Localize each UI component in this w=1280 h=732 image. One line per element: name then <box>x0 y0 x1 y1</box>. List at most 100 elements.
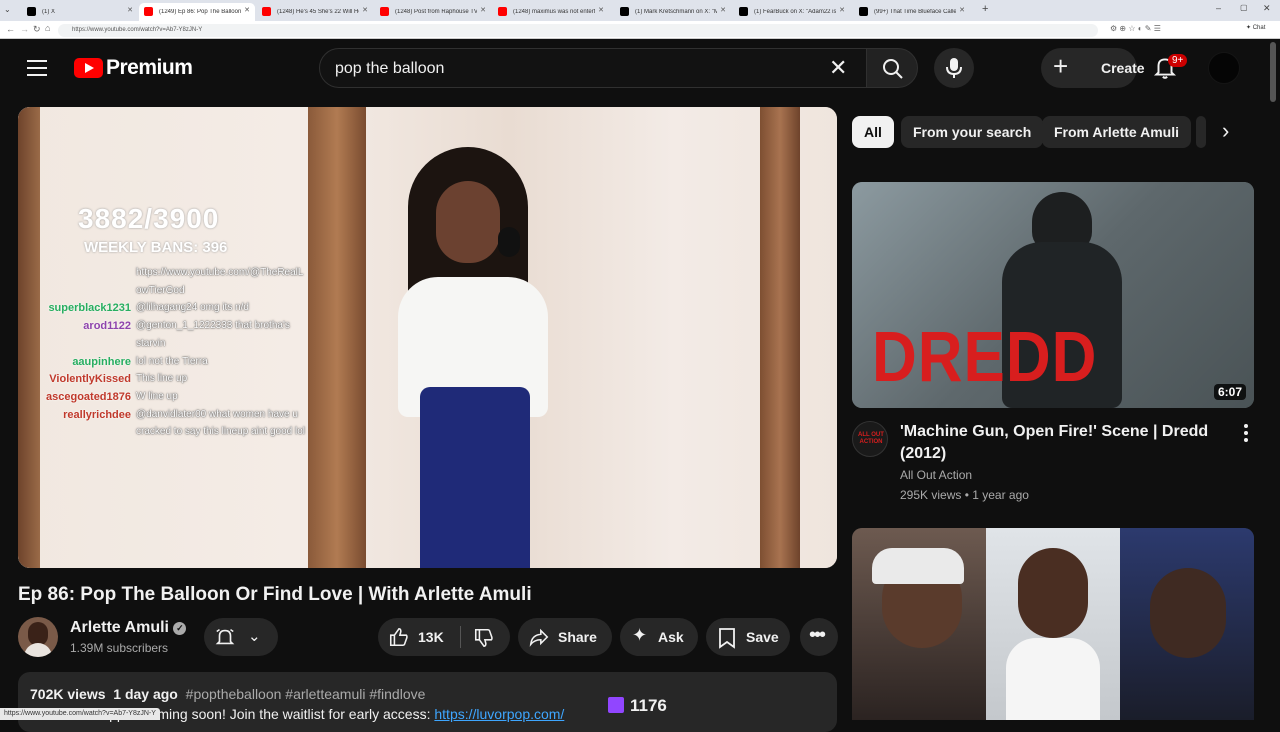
tab-close-icon[interactable]: ✕ <box>720 6 726 14</box>
home-icon[interactable]: ⌂ <box>45 23 50 33</box>
chips-next-button[interactable]: › <box>1206 114 1254 150</box>
browser-tab[interactable]: (1) Mark Kretschmann on X: "Mar ✕ <box>615 3 731 21</box>
chat-message: https://www.youtube.com/@TheRealL <box>136 267 304 278</box>
search-button[interactable] <box>866 48 918 88</box>
close-window-button[interactable]: ✕ <box>1263 3 1271 14</box>
browser-tab[interactable]: (99+) That Time Blueface Called O✕ <box>854 3 970 21</box>
tab-title: (99+) That Time Blueface Called O <box>874 9 956 15</box>
clear-search-icon[interactable]: ✕ <box>829 55 847 81</box>
dislike-button[interactable] <box>461 618 510 656</box>
related-video-title[interactable]: 'Machine Gun, Open Fire!' Scene | Dredd … <box>900 421 1220 465</box>
related-video-thumbnail[interactable] <box>852 528 1254 720</box>
tab-close-icon[interactable]: ✕ <box>127 6 133 14</box>
related-video-age: 1 year ago <box>972 488 1029 502</box>
related-channel-avatar[interactable]: ALL OUT ACTION <box>852 421 888 457</box>
browser-address-bar: ← → ↻ ⌂ https://www.youtube.com/watch?v=… <box>0 21 1280 39</box>
browser-tab[interactable]: (1248) He's 45 She's 22 Will He Ch✕ <box>257 3 373 21</box>
save-button[interactable]: Save <box>706 618 790 656</box>
browser-tab[interactable]: (1) X ✕ <box>22 3 138 21</box>
chat-username: reallyrichdee <box>63 408 131 421</box>
chip-partial[interactable] <box>1196 116 1206 148</box>
search-box[interactable]: pop the balloon ✕ <box>319 48 867 88</box>
tab-list-button[interactable]: ⌄ <box>4 5 14 15</box>
tab-favicon-icon <box>27 7 36 16</box>
bell-icon <box>215 629 235 645</box>
tab-title: (1248) He's 45 She's 22 Will He Ch <box>277 9 359 15</box>
plus-icon: + <box>1053 51 1069 81</box>
youtube-header: Premium pop the balloon ✕ + Create 9+ <box>0 40 1280 96</box>
chat-username: ascegoated1876 <box>46 390 131 403</box>
ask-button[interactable]: ✦ Ask <box>620 618 698 656</box>
channel-name-text: Arlette Amuli <box>70 619 169 636</box>
browser-tab[interactable]: (1) FearBuck on X: "Adam22 is set✕ <box>734 3 850 21</box>
weekly-bans-counter: WEEKLY BANS: 396 <box>84 239 228 256</box>
forward-icon[interactable]: → <box>20 24 29 34</box>
chevron-down-icon: ⌄ <box>248 628 261 645</box>
new-tab-button[interactable]: + <box>982 3 988 15</box>
subscribed-button[interactable]: ⌄ <box>204 618 278 656</box>
tab-close-icon[interactable]: ✕ <box>244 6 250 14</box>
browser-tab-bar: ⌄ (1) X ✕ (1249) Ep 86: Pop The Balloon Or… <box>0 0 1280 21</box>
thumbnail-title-text: DREDD <box>872 317 1098 398</box>
like-button[interactable]: 13K <box>378 618 460 656</box>
account-avatar[interactable] <box>1208 52 1240 84</box>
chevron-right-icon: › <box>1222 118 1230 143</box>
extensions-icon[interactable]: ⚙ ⊕ ☆ ◐ ✎ ☰ <box>1110 24 1161 33</box>
channel-avatar-logo: ALL OUT ACTION <box>858 432 884 445</box>
related-video-channel[interactable]: All Out Action <box>900 468 972 482</box>
chat-button[interactable]: ✦ Chat <box>1246 24 1265 31</box>
tab-favicon-icon <box>620 7 629 16</box>
voice-search-button[interactable] <box>934 48 974 88</box>
video-player[interactable]: 3882/3900 WEEKLY BANS: 396 https://www.y… <box>18 107 837 568</box>
video-wood-panel <box>308 107 366 568</box>
youtube-logo[interactable]: Premium <box>74 56 194 79</box>
browser-tab[interactable]: (1248) Post from Raphouse TV - Yo✕ <box>375 3 491 21</box>
minimize-window-button[interactable]: – <box>1216 3 1221 13</box>
tab-close-icon[interactable]: ✕ <box>959 6 965 14</box>
video-description[interactable]: 702K views 1 day ago #poptheballoon #arl… <box>18 672 837 732</box>
tab-title: (1) FearBuck on X: "Adam22 is set <box>754 9 836 15</box>
browser-tab[interactable]: (1249) Ep 86: Pop The Balloon Or ✕ <box>139 3 255 21</box>
channel-avatar[interactable] <box>18 617 58 657</box>
chip-from-your-search[interactable]: From your search <box>901 116 1044 148</box>
page-scrollbar[interactable] <box>1270 42 1276 102</box>
chat-message: W line up <box>136 390 178 402</box>
related-video-menu-icon[interactable] <box>1240 423 1252 443</box>
chip-all[interactable]: All <box>852 116 894 148</box>
youtube-play-icon <box>74 58 103 78</box>
tab-favicon-icon <box>144 7 153 16</box>
chat-message: starvin <box>136 337 166 349</box>
like-count: 13K <box>418 629 444 645</box>
chat-message: @danvidlater00 what women have u <box>136 408 298 420</box>
share-button[interactable]: Share <box>518 618 612 656</box>
url-field[interactable]: https://www.youtube.com/watch?v=Ab7-Y8zJ… <box>58 24 1098 37</box>
tab-close-icon[interactable]: ✕ <box>362 6 368 14</box>
chat-username: superblack1231 <box>48 302 131 315</box>
thumbs-up-icon <box>389 627 408 647</box>
tab-close-icon[interactable]: ✕ <box>480 6 486 14</box>
video-wood-panel <box>18 107 40 568</box>
related-video-thumbnail[interactable]: DREDD 6:07 <box>852 182 1254 408</box>
thumbs-down-icon <box>474 628 493 648</box>
back-icon[interactable]: ← <box>6 24 15 34</box>
view-count: 702K views <box>30 686 106 702</box>
tab-favicon-icon <box>859 7 868 16</box>
like-dislike-group: 13K <box>378 618 510 656</box>
tab-close-icon[interactable]: ✕ <box>598 6 604 14</box>
more-actions-button[interactable]: ••• <box>800 618 838 656</box>
chat-label: Chat <box>1252 25 1266 31</box>
menu-icon[interactable] <box>27 57 47 76</box>
search-input[interactable]: pop the balloon <box>335 60 444 78</box>
reload-icon[interactable]: ↻ <box>33 24 41 35</box>
tab-close-icon[interactable]: ✕ <box>839 6 845 14</box>
maximize-window-button[interactable]: ▢ <box>1240 3 1248 12</box>
create-button[interactable]: + Create <box>1041 48 1145 88</box>
chip-from-channel[interactable]: From Arlette Amuli <box>1042 116 1191 148</box>
chat-message: @genton_1_1222333 that brotha's <box>136 320 290 332</box>
browser-tab[interactable]: (1248) maximus was not entertaini✕ <box>493 3 609 21</box>
hashtags[interactable]: #poptheballoon #arletteamuli #findlove <box>186 686 426 702</box>
channel-name[interactable]: Arlette Amuli ✓ <box>70 619 187 637</box>
notification-badge: 9+ <box>1168 54 1188 67</box>
ban-counter: 3882/3900 <box>78 203 220 234</box>
twitch-icon <box>608 697 624 713</box>
